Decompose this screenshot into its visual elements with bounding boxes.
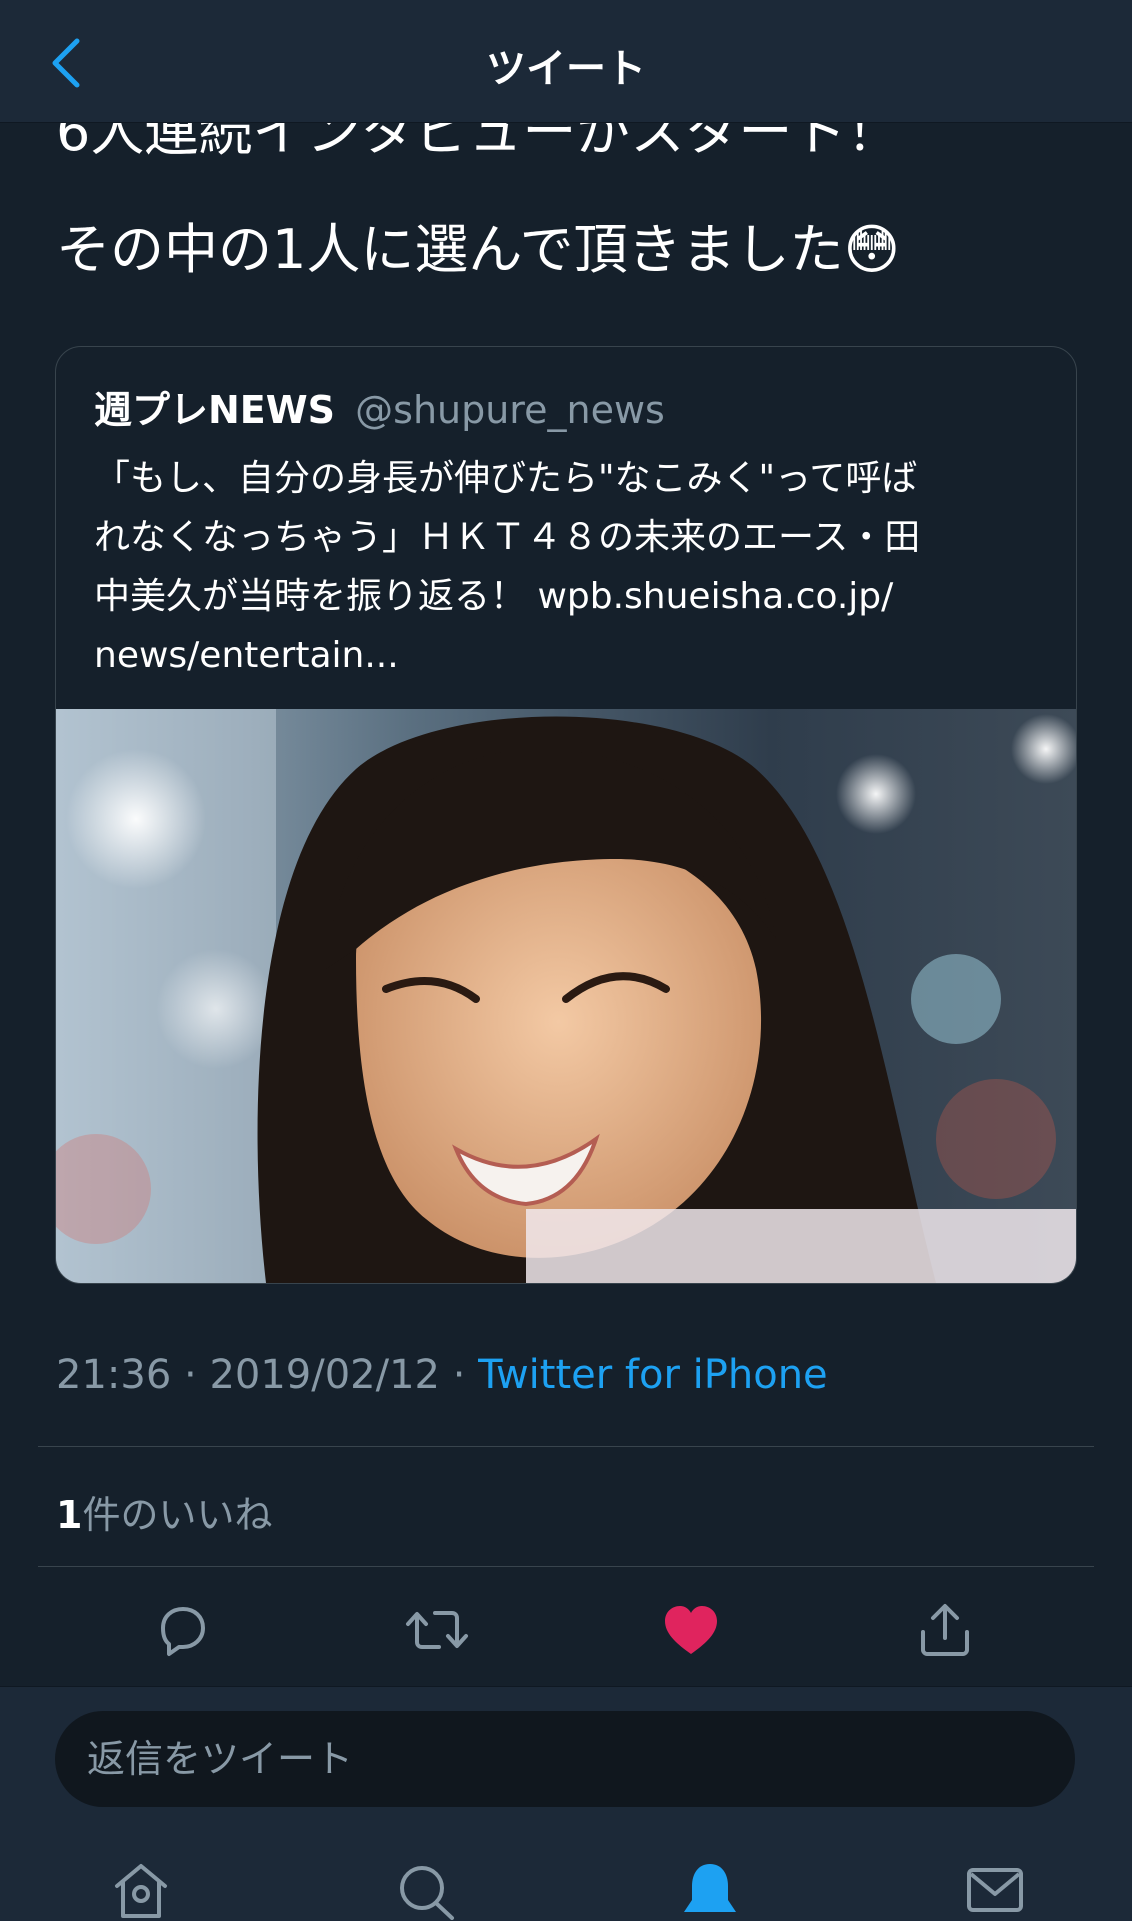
reply-button[interactable] <box>143 1590 223 1670</box>
bottom-tab-bar <box>0 1860 1132 1920</box>
top-bar: ツイート <box>0 0 1132 123</box>
like-count: 1 <box>56 1493 83 1537</box>
meta-separator: · <box>171 1352 210 1398</box>
share-icon <box>921 1604 969 1656</box>
quoted-author-name: 週プレNEWS <box>94 388 336 432</box>
tab-home[interactable] <box>101 1860 181 1920</box>
divider <box>38 1566 1094 1567</box>
tab-messages[interactable] <box>955 1860 1035 1920</box>
tweet-date: 2019/02/12 <box>209 1352 440 1398</box>
quoted-text-line: 「もし、自分の身長が伸びたら"なこみく"って呼ば <box>94 458 918 499</box>
quoted-author-handle: @shupure_news <box>355 388 665 432</box>
retweet-button[interactable] <box>397 1590 477 1670</box>
quoted-author: 週プレNEWS @shupure_news <box>94 379 665 434</box>
quoted-text-line: れなくなっちゃう」ＨＫＴ４８の未来のエース・田 <box>94 517 921 558</box>
tweet-text-line-2: その中の1人に選んで頂きました😳 <box>56 218 900 281</box>
like-count-row[interactable]: 1件のいいね <box>56 1484 272 1539</box>
messages-icon <box>967 1868 1023 1912</box>
portrait-photo-illustration <box>56 709 1076 1283</box>
reply-input[interactable] <box>55 1711 1075 1807</box>
tweet-source-link[interactable]: Twitter for iPhone <box>478 1352 828 1398</box>
notifications-icon <box>684 1864 736 1912</box>
like-button[interactable] <box>651 1590 731 1670</box>
like-count-label: 件のいいね <box>82 1493 273 1537</box>
tab-search[interactable] <box>386 1860 466 1920</box>
tweet-time: 21:36 <box>56 1352 172 1398</box>
page-title: ツイート <box>486 46 646 92</box>
tweet-actions <box>0 1590 1132 1670</box>
quoted-tweet-text: 「もし、自分の身長が伸びたら"なこみく"って呼ば れなくなっちゃう」ＨＫＴ４８の… <box>94 449 1054 685</box>
quoted-photo[interactable] <box>56 709 1076 1283</box>
quoted-text-line: 中美久が当時を振り返る！ wpb.shueisha.co.jp/ <box>94 576 894 617</box>
quoted-text-line: news/entertain... <box>94 635 399 676</box>
share-button[interactable] <box>905 1590 985 1670</box>
meta-separator: · <box>439 1352 479 1398</box>
retweet-icon <box>406 1611 468 1649</box>
quoted-tweet-card[interactable]: 週プレNEWS @shupure_news 「もし、自分の身長が伸びたら"なこみ… <box>55 346 1077 1284</box>
divider <box>38 1446 1094 1447</box>
search-icon <box>400 1866 454 1920</box>
home-icon <box>115 1864 167 1918</box>
tab-notifications[interactable] <box>670 1860 750 1920</box>
tweet-timestamp: 21:36 · 2019/02/12 · Twitter for iPhone <box>56 1352 828 1398</box>
heart-icon <box>665 1606 717 1654</box>
reply-icon <box>161 1607 205 1656</box>
